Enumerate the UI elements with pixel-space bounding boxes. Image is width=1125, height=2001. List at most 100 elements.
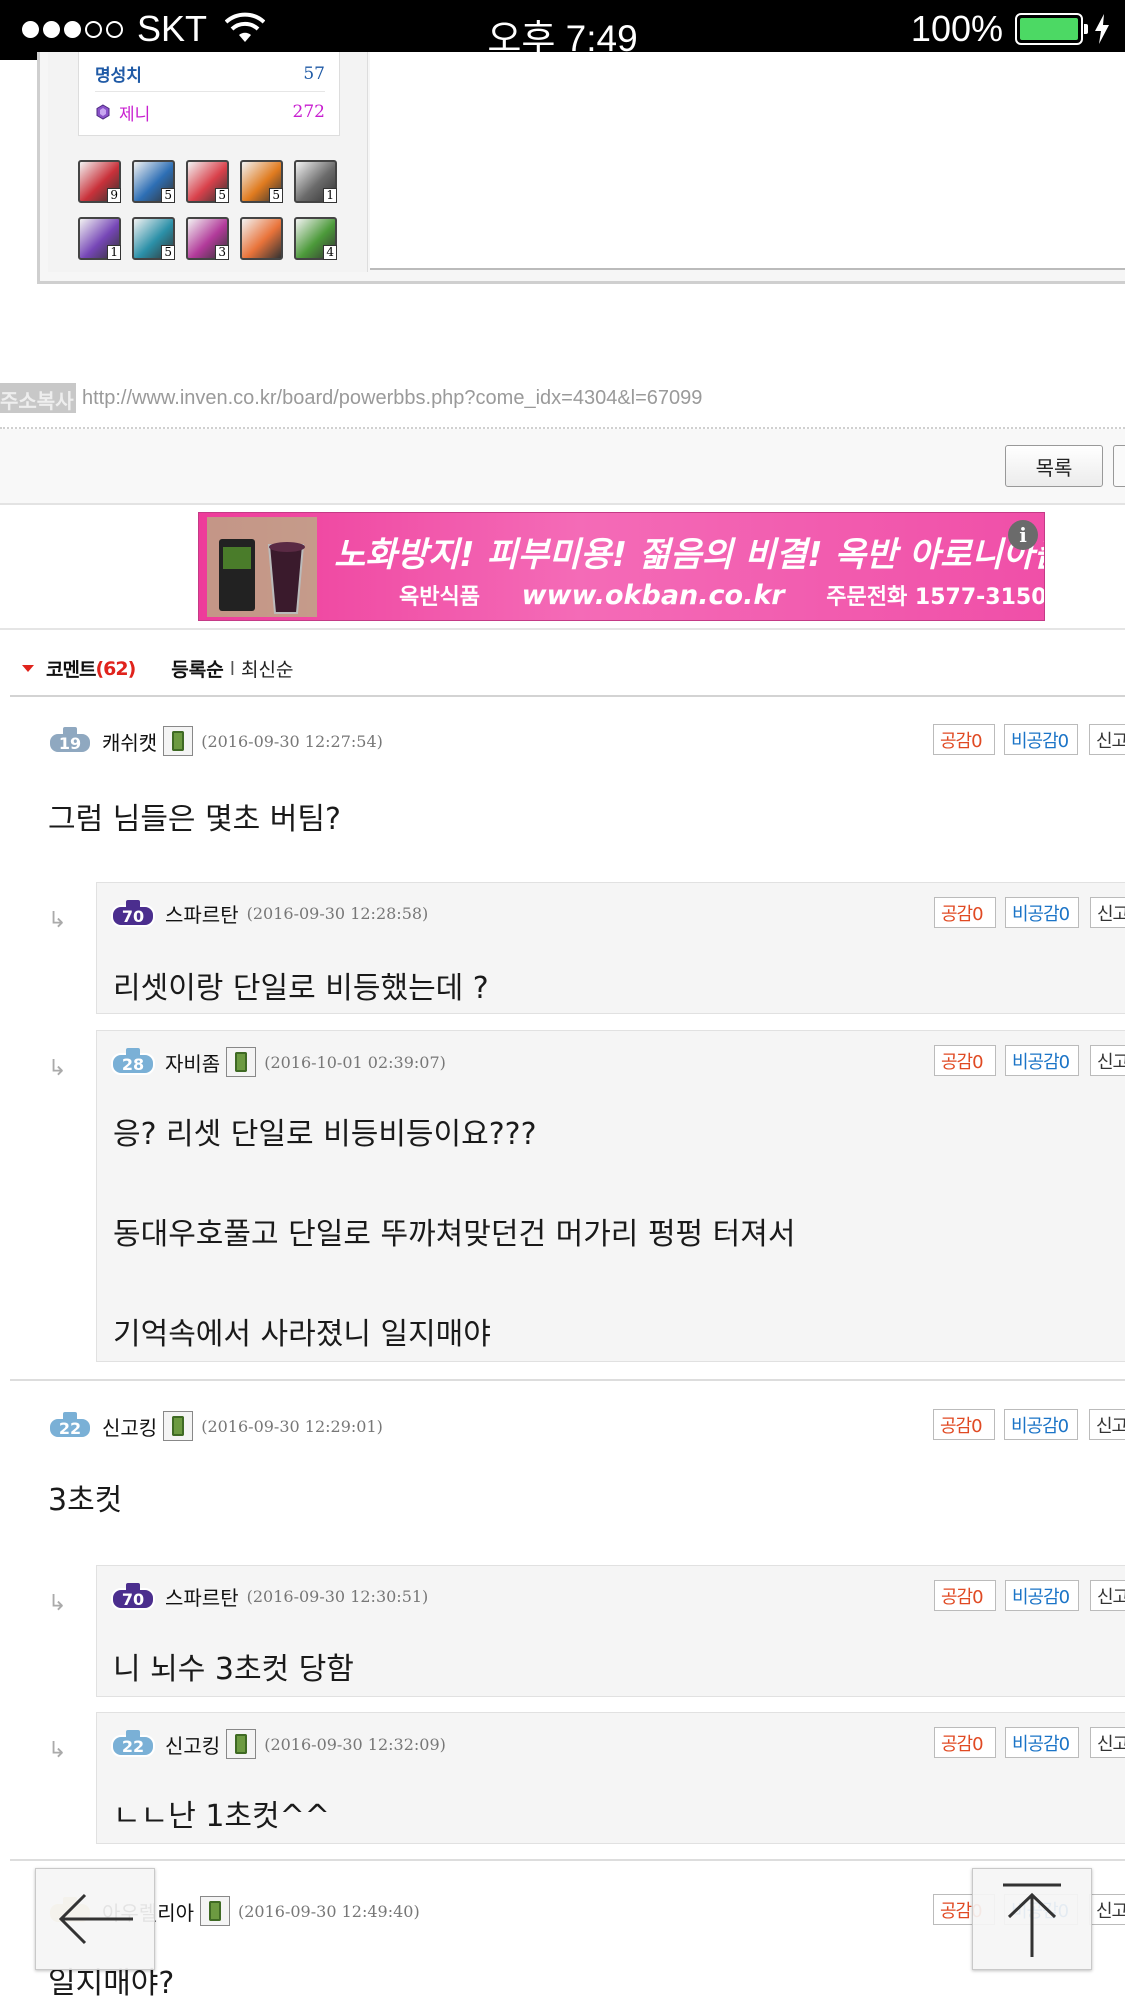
mobile-phone-icon (226, 1047, 257, 1077)
post-toolbar: 목록 (0, 429, 1125, 505)
dislike-button[interactable]: 비공감0 (1005, 1580, 1079, 1611)
arrow-up-icon (1003, 1883, 1061, 1957)
like-button[interactable]: 공감0 (934, 897, 996, 928)
item-count: 3 (215, 245, 229, 260)
author-stats: 명성치 57 제니 272 (78, 52, 340, 136)
item-count: 9 (107, 188, 121, 203)
ad-info-icon[interactable]: i (1008, 520, 1038, 550)
mobile-phone-icon (163, 726, 194, 756)
report-button[interactable]: 신고 (1090, 897, 1125, 928)
dislike-button[interactable]: 비공감0 (1004, 1409, 1078, 1440)
comment-date: (2016-10-01 02:39:07) (264, 1052, 446, 1072)
comment-author[interactable]: 자비좀 (165, 1048, 220, 1077)
mobile-phone-icon (163, 1411, 194, 1441)
back-button[interactable] (35, 1868, 155, 1970)
dislike-button[interactable]: 비공감0 (1004, 724, 1078, 755)
item-purple-ticket-icon[interactable]: 1 (78, 217, 121, 260)
collapse-triangle-icon[interactable] (22, 665, 34, 672)
dislike-button[interactable]: 비공감0 (1005, 1045, 1079, 1076)
dislike-button[interactable]: 비공감0 (1005, 897, 1079, 928)
report-button[interactable]: 신고 (1089, 1894, 1125, 1925)
author-profile-panel: 명성치 57 제니 272 9 5 5 5 1 1 5 3 4 (48, 52, 368, 272)
list-button[interactable]: 목록 (1005, 445, 1103, 487)
item-count: 5 (269, 188, 283, 203)
comment-text: ㄴㄴ난 1초컷^^ (113, 1799, 330, 1834)
post-url[interactable]: http://www.inven.co.kr/board/powerbbs.ph… (82, 387, 702, 410)
reply-comment: 28 자비좀 (2016-10-01 02:39:07) 공감0 비공감0 신고응? 리셋… (96, 1030, 1125, 1362)
item-green-leaf-icon[interactable]: 4 (294, 217, 337, 260)
item-notebook-icon[interactable] (240, 217, 283, 260)
comment-author[interactable]: 스파르탄 (165, 1582, 239, 1611)
comment-meta: 22 신고킹 (2016-09-30 12:29:01) (48, 1411, 383, 1441)
item-count: 4 (323, 245, 337, 260)
item-red-box-icon[interactable]: 9 (78, 160, 121, 203)
item-teal-star-icon[interactable]: 5 (132, 217, 175, 260)
author-item-grid: 9 5 5 5 1 1 5 3 4 (78, 160, 337, 260)
comments-count: (62) (95, 657, 136, 680)
item-count: 1 (323, 188, 337, 203)
reply-comment: 70 스파르탄 (2016-09-30 12:28:58) 공감0 비공감0 신고리셋이랑… (96, 882, 1125, 1014)
report-button[interactable]: 신고 (1089, 724, 1125, 755)
mobile-phone-icon (200, 1896, 230, 1926)
like-button[interactable]: 공감0 (933, 724, 995, 755)
comment-author[interactable]: 스파르탄 (165, 899, 239, 928)
comment-author[interactable]: 캐쉬캣 (102, 727, 157, 756)
stat-zeny-value: 272 (292, 102, 325, 122)
like-button[interactable]: 공감0 (934, 1727, 996, 1758)
reply-comment: 70 스파르탄 (2016-09-30 12:30:51) 공감0 비공감0 신고 니 뇌수… (96, 1565, 1125, 1697)
ad-phone: 주문전화 1577-3150 (826, 585, 1045, 610)
like-button[interactable]: 공감0 (933, 1409, 995, 1440)
level-badge-icon: 70 (111, 899, 155, 928)
comment-divider (10, 1379, 1125, 1381)
like-button[interactable]: 공감0 (934, 1045, 996, 1076)
svg-text:22: 22 (59, 1419, 81, 1438)
scroll-to-top-button[interactable] (972, 1868, 1092, 1970)
sort-separator: l (229, 657, 235, 680)
advertisement-banner[interactable]: 노화방지! 피부미용! 젊음의 비결! 옥반 아로니아즙! 옥반식품 www.o… (198, 512, 1045, 621)
comment-date: (2016-09-30 12:29:01) (201, 1416, 383, 1436)
comment-author[interactable]: 신고킹 (165, 1730, 220, 1759)
comment-date: (2016-09-30 12:28:58) (246, 904, 429, 923)
stat-fame-value: 57 (303, 63, 325, 84)
svg-text:28: 28 (122, 1055, 144, 1074)
report-button[interactable]: 신고 (1089, 1409, 1125, 1440)
comment-date: (2016-09-30 12:30:51) (246, 1587, 429, 1606)
level-badge-icon: 22 (48, 1412, 92, 1440)
item-count: 5 (161, 245, 175, 260)
sort-latest-link[interactable]: 최신순 (241, 655, 293, 682)
svg-text:19: 19 (59, 734, 81, 753)
author-profile-content (370, 52, 1125, 270)
stat-zeny-row: 제니 272 (95, 94, 325, 130)
mobile-phone-icon (226, 1729, 257, 1759)
item-orange-box-icon[interactable]: 5 (240, 160, 283, 203)
report-button[interactable]: 신고 (1090, 1580, 1125, 1611)
comment-meta: 70 스파르탄 (2016-09-30 12:28:58) (111, 899, 428, 928)
next-toolbar-button[interactable] (1113, 445, 1125, 487)
reply-arrow-icon: ↳ (48, 1056, 67, 1081)
comment-text: 3초컷 (48, 1483, 123, 1518)
ad-brand: 옥반식품 (399, 585, 480, 610)
comment-text: 그럼 님들은 몇초 버팀? (48, 802, 341, 837)
reply-arrow-icon: ↳ (48, 1591, 67, 1616)
post-url-bar: 주소복사 http://www.inven.co.kr/board/powerb… (0, 383, 1125, 413)
comment-date: (2016-09-30 12:32:09) (264, 1734, 446, 1754)
comment: 22 신고킹 (2016-09-30 12:29:01) 공감0 비공감0 신고 3초컷 (0, 1395, 1125, 1545)
comment-text: 리셋이랑 단일로 비등했는데 ? (113, 971, 489, 1006)
item-blue-card-icon[interactable]: 5 (132, 160, 175, 203)
comment-text: 응? 리셋 단일로 비등비등이요??? (113, 1117, 537, 1152)
sort-registered-link[interactable]: 등록순 (171, 655, 223, 682)
comment-meta: 22 신고킹 (2016-09-30 12:32:09) (111, 1729, 446, 1759)
svg-text:22: 22 (122, 1737, 144, 1756)
charging-bolt-icon (1095, 14, 1109, 44)
item-grey-gem-icon[interactable]: 1 (294, 160, 337, 203)
dislike-button[interactable]: 비공감0 (1005, 1727, 1079, 1758)
like-button[interactable]: 공감0 (934, 1580, 996, 1611)
comments-header-divider (10, 695, 1125, 697)
report-button[interactable]: 신고 (1090, 1045, 1125, 1076)
report-button[interactable]: 신고 (1090, 1727, 1125, 1758)
comment-author[interactable]: 신고킹 (102, 1412, 157, 1441)
copy-url-button[interactable]: 주소복사 (0, 383, 76, 413)
item-gift-icon[interactable]: 5 (186, 160, 229, 203)
item-magenta-sparkle-icon[interactable]: 3 (186, 217, 229, 260)
level-badge-icon: 22 (111, 1730, 155, 1758)
